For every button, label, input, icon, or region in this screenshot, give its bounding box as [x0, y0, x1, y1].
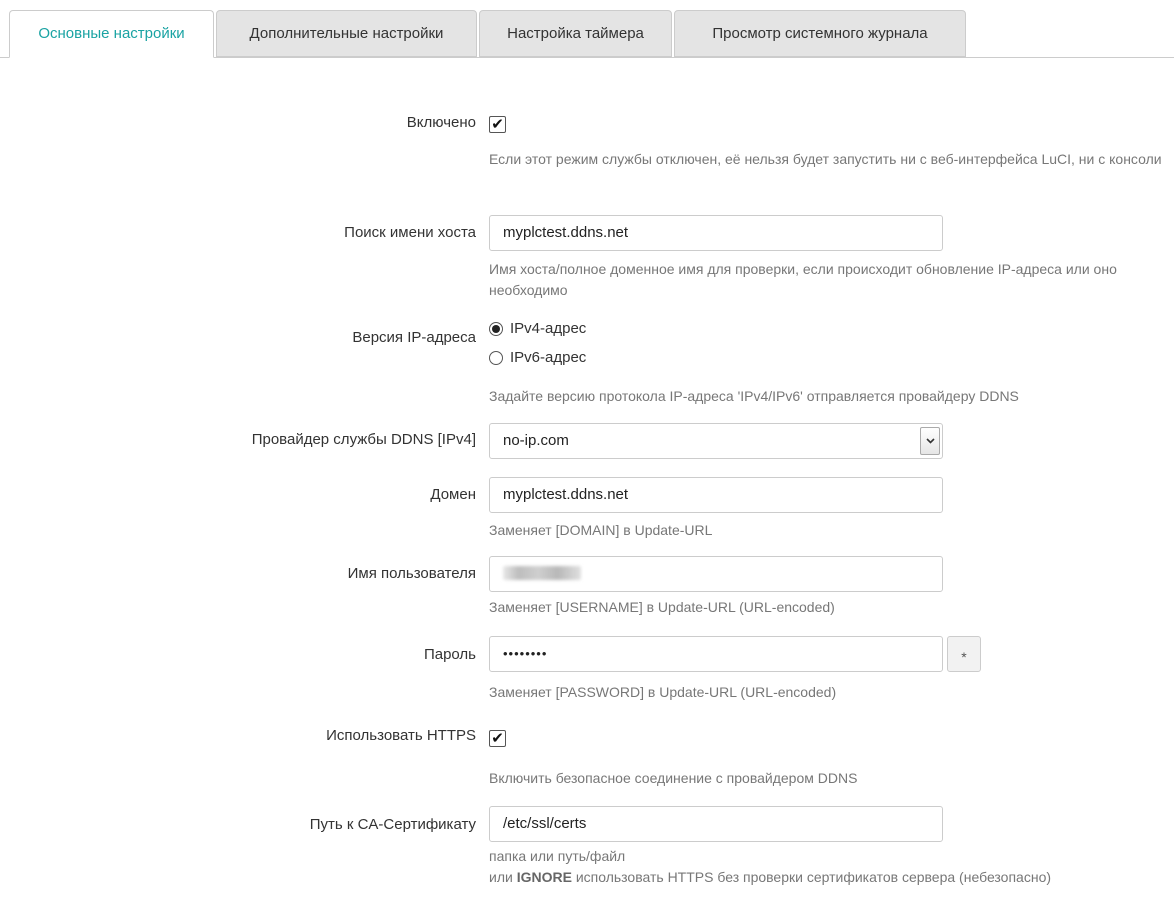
hostname-lookup-input[interactable]: myplctest.ddns.net [489, 215, 943, 251]
ddns-provider-value: no-ip.com [503, 432, 569, 449]
tab-system-log[interactable]: Просмотр системного журнала [674, 10, 966, 57]
password-input[interactable]: •••••••• [489, 636, 943, 672]
domain-input[interactable]: myplctest.ddns.net [489, 477, 943, 513]
tab-basic-settings[interactable]: Основные настройки [9, 10, 214, 58]
radio-ipv4-label: IPv4-адрес [510, 320, 587, 337]
domain-label: Домен [430, 486, 476, 503]
ca-cert-path-ignore-keyword: IGNORE [516, 869, 572, 885]
hostname-lookup-label: Поиск имени хоста [344, 224, 476, 241]
password-label: Пароль [423, 646, 476, 663]
use-https-label: Использовать HTTPS [326, 727, 476, 744]
ddns-provider-select[interactable]: no-ip.com [489, 423, 943, 459]
hostname-lookup-description: Имя хоста/полное доменное имя для провер… [489, 261, 1117, 298]
ip-version-label: Версия IP-адреса [352, 329, 476, 346]
ip-version-description: Задайте версию протокола IP-адреса 'IPv4… [489, 388, 1019, 404]
radio-ipv6-label: IPv6-адрес [510, 349, 587, 366]
ca-cert-path-description-line1: папка или путь/файл [489, 848, 626, 864]
radio-ipv4-button[interactable] [489, 322, 503, 336]
use-https-description: Включить безопасное соединение с провайд… [489, 770, 858, 786]
ca-cert-path-description-or: или [489, 869, 513, 885]
password-description: Заменяет [PASSWORD] в Update-URL (URL-en… [489, 684, 837, 700]
username-label: Имя пользователя [347, 565, 476, 582]
ca-cert-path-description-suffix: использовать HTTPS без проверки сертифик… [575, 869, 1052, 885]
ca-cert-path-label: Путь к CA-Сертификату [309, 816, 476, 833]
enabled-checkbox[interactable]: ✔ [489, 116, 506, 133]
password-reveal-button[interactable]: * [947, 636, 981, 672]
ca-cert-path-description: папка или путь/файл или IGNORE использов… [489, 846, 1169, 888]
domain-description: Заменяет [DOMAIN] в Update-URL [489, 522, 713, 538]
username-description: Заменяет [USERNAME] в Update-URL (URL-en… [489, 599, 835, 615]
ca-cert-path-input[interactable]: /etc/ssl/certs [489, 806, 943, 842]
enabled-description: Если этот режим службы отключен, её нель… [489, 151, 1162, 167]
tab-advanced-settings[interactable]: Дополнительные настройки [216, 10, 477, 57]
tab-bar: Основные настройки Дополнительные настро… [0, 0, 1174, 58]
use-https-checkbox[interactable]: ✔ [489, 730, 506, 747]
ddns-provider-label: Провайдер службы DDNS [IPv4] [251, 431, 476, 448]
radio-ipv6-button[interactable] [489, 351, 503, 365]
chevron-down-icon[interactable] [920, 427, 940, 455]
enabled-label: Включено [406, 114, 476, 131]
username-obscured-value [503, 565, 581, 580]
username-input[interactable] [489, 556, 943, 592]
tab-timer-settings[interactable]: Настройка таймера [479, 10, 672, 57]
